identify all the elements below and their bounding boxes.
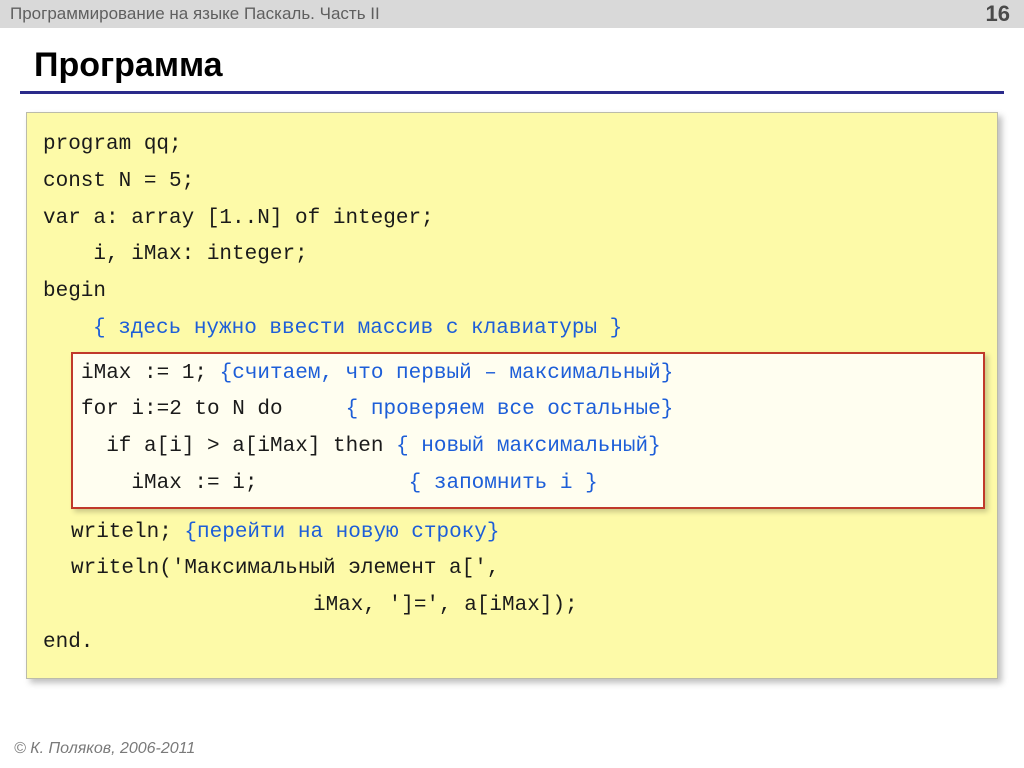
code-line: end.: [43, 625, 981, 662]
code-line: for i:=2 to N do { проверяем все остальн…: [81, 392, 975, 429]
code-line: writeln; {перейти на новую строку}: [43, 515, 981, 552]
code-comment: { здесь нужно ввести массив с клавиатуры…: [43, 311, 981, 348]
code-line: iMax, ']=', a[iMax]);: [43, 588, 981, 625]
code-line: const N = 5;: [43, 164, 981, 201]
code-line: program qq;: [43, 127, 981, 164]
slide-header: Программирование на языке Паскаль. Часть…: [0, 0, 1024, 28]
code-line: iMax := 1; {считаем, что первый – максим…: [81, 356, 975, 393]
code-line: begin: [43, 274, 981, 311]
code-line: var a: array [1..N] of integer;: [43, 201, 981, 238]
page-number: 16: [986, 1, 1010, 27]
header-title: Программирование на языке Паскаль. Часть…: [10, 4, 380, 24]
code-line: writeln('Максимальный элемент a[',: [43, 551, 981, 588]
footer-copyright: © К. Поляков, 2006-2011: [14, 740, 195, 758]
slide-title: Программа: [0, 28, 1024, 91]
code-line: iMax := i; { запомнить i }: [81, 466, 975, 503]
highlighted-code-box: iMax := 1; {считаем, что первый – максим…: [71, 352, 985, 509]
title-underline: [20, 91, 1004, 94]
code-line: i, iMax: integer;: [43, 237, 981, 274]
code-panel: program qq; const N = 5; var a: array [1…: [26, 112, 998, 679]
code-line: if a[i] > a[iMax] then { новый максималь…: [81, 429, 975, 466]
